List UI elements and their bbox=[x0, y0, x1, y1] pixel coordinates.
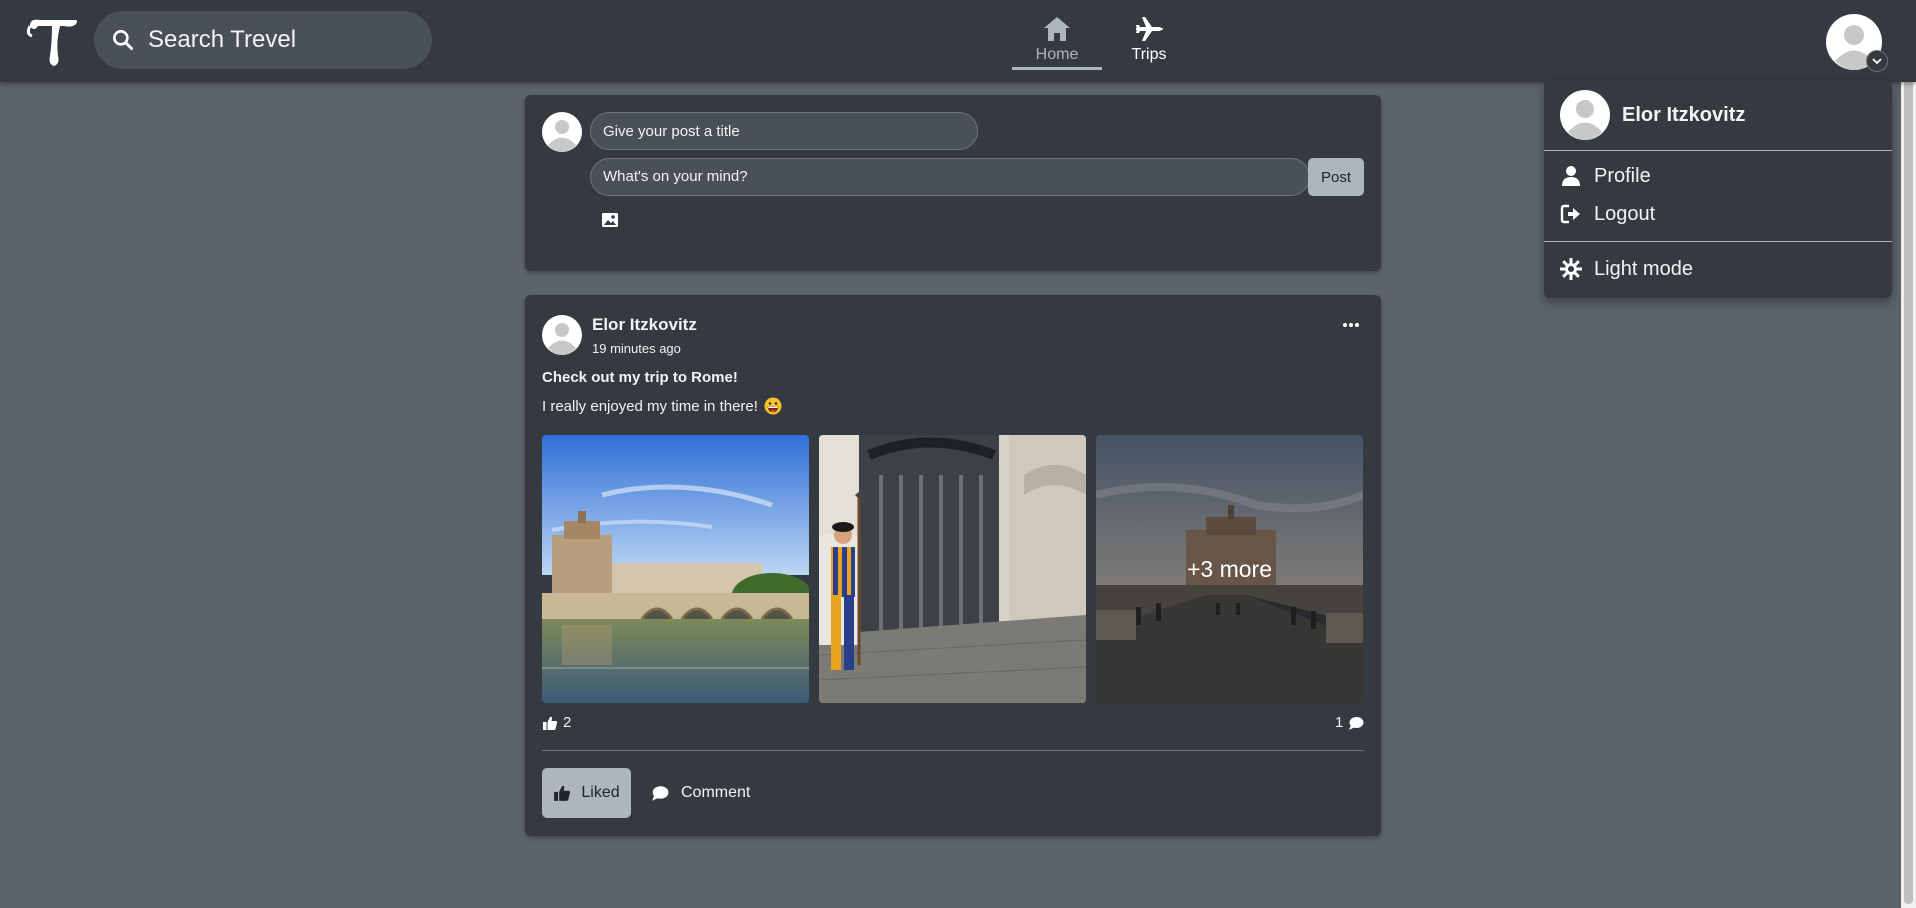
post-photo[interactable] bbox=[819, 435, 1086, 703]
trevel-logo[interactable] bbox=[24, 12, 82, 70]
menu-item-label: Light mode bbox=[1594, 257, 1693, 280]
swiss-guard-photo bbox=[819, 435, 1086, 703]
post-photo[interactable] bbox=[542, 435, 809, 703]
avatar[interactable] bbox=[542, 315, 582, 355]
nav-home[interactable]: Home bbox=[1012, 14, 1102, 70]
more-options-icon[interactable] bbox=[1342, 317, 1360, 333]
post-composer: Post bbox=[525, 95, 1381, 271]
comments-count-value: 1 bbox=[1335, 714, 1344, 731]
post-body-input[interactable] bbox=[590, 158, 1310, 196]
user-icon bbox=[1562, 166, 1580, 186]
menu-item-profile[interactable]: Profile bbox=[1544, 157, 1892, 195]
image-upload-icon[interactable] bbox=[600, 210, 620, 230]
main-nav: Home Trips bbox=[1012, 14, 1194, 72]
top-navbar: Home Trips bbox=[0, 0, 1916, 82]
like-button-label: Liked bbox=[581, 784, 620, 801]
dropdown-user-name: Elor Itzkovitz bbox=[1622, 103, 1746, 126]
post-body-text: I really enjoyed my time in there! bbox=[542, 397, 758, 415]
divider bbox=[542, 750, 1364, 751]
post-button[interactable]: Post bbox=[1308, 158, 1364, 196]
comment-button-label: Comment bbox=[681, 784, 751, 801]
post-body: I really enjoyed my time in there! bbox=[542, 397, 782, 415]
nav-home-label: Home bbox=[1035, 46, 1079, 63]
search-bar[interactable] bbox=[94, 11, 432, 69]
post-timestamp: 19 minutes ago bbox=[592, 341, 681, 356]
avatar bbox=[1560, 90, 1610, 140]
search-input[interactable] bbox=[148, 26, 408, 54]
post-card: Elor Itzkovitz 19 minutes ago Check out … bbox=[525, 295, 1381, 836]
like-button[interactable]: Liked bbox=[542, 768, 631, 818]
user-dropdown-menu: Elor Itzkovitz Profile Logout Light mode bbox=[1544, 80, 1892, 298]
thumbs-up-icon bbox=[543, 716, 558, 730]
menu-item-label: Profile bbox=[1594, 164, 1651, 187]
chevron-down-icon bbox=[1866, 50, 1888, 72]
more-photos-overlay: +3 more bbox=[1096, 435, 1363, 703]
dropdown-user-header[interactable]: Elor Itzkovitz bbox=[1544, 80, 1892, 150]
thumbs-up-icon bbox=[554, 785, 571, 801]
castle-river-photo bbox=[542, 435, 809, 703]
menu-item-logout[interactable]: Logout bbox=[1544, 195, 1892, 233]
speech-bubble-icon bbox=[1349, 716, 1364, 730]
speech-bubble-icon bbox=[652, 786, 669, 801]
comments-count[interactable]: 1 bbox=[1335, 714, 1364, 731]
logout-icon bbox=[1560, 204, 1580, 224]
grinning-emoji-icon bbox=[764, 397, 782, 415]
likes-count[interactable]: 2 bbox=[542, 714, 571, 731]
post-photo-more[interactable]: +3 more bbox=[1096, 435, 1363, 703]
user-avatar-button[interactable] bbox=[1826, 14, 1888, 72]
home-icon bbox=[1044, 17, 1070, 41]
nav-trips[interactable]: Trips bbox=[1104, 14, 1194, 70]
page-scrollbar[interactable] bbox=[1901, 0, 1916, 908]
menu-item-label: Logout bbox=[1594, 202, 1656, 225]
airplane-icon bbox=[1136, 17, 1163, 41]
post-title: Check out my trip to Rome! bbox=[542, 369, 738, 386]
post-author[interactable]: Elor Itzkovitz bbox=[592, 315, 697, 335]
nav-trips-label: Trips bbox=[1131, 46, 1167, 63]
scrollbar-thumb[interactable] bbox=[1904, 2, 1913, 904]
post-title-input[interactable] bbox=[590, 112, 978, 150]
sun-icon bbox=[1560, 258, 1582, 280]
comment-button[interactable]: Comment bbox=[641, 768, 760, 818]
avatar bbox=[542, 112, 582, 152]
menu-item-light-mode[interactable]: Light mode bbox=[1544, 250, 1892, 288]
search-icon bbox=[113, 30, 134, 51]
likes-count-value: 2 bbox=[563, 714, 572, 731]
